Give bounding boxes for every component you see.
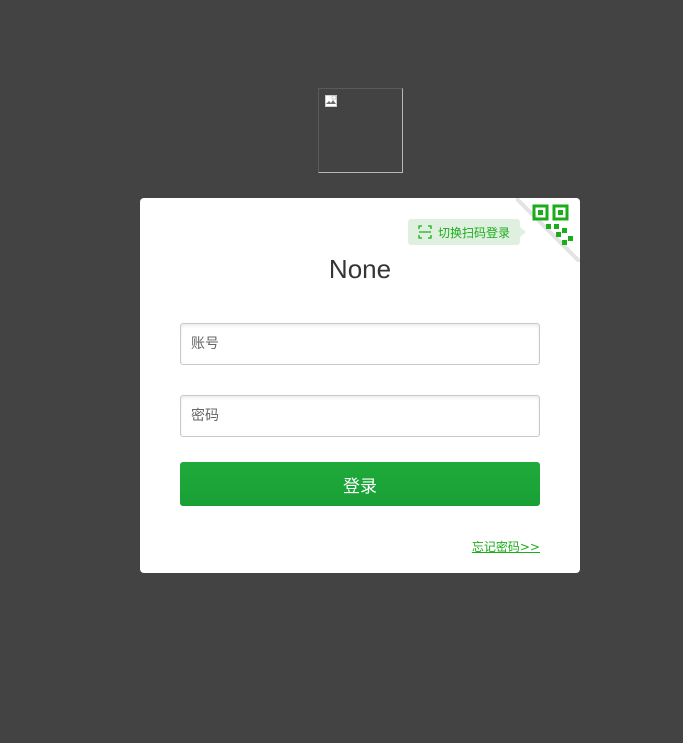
qr-switch-label: 切换扫码登录 [438, 225, 511, 240]
qr-switch-tip[interactable]: 切换扫码登录 [408, 219, 527, 245]
password-input[interactable] [180, 395, 540, 437]
scan-icon [418, 225, 432, 239]
account-input[interactable] [180, 323, 540, 365]
login-page: 切换扫码登录 None 登录 忘记密码>> [0, 0, 683, 743]
logo-image [318, 88, 403, 173]
forgot-password-link[interactable]: 忘记密码>> [472, 538, 540, 555]
page-title: None [328, 254, 392, 284]
login-button[interactable]: 登录 [180, 462, 540, 506]
broken-image-icon [325, 95, 337, 107]
login-card: 切换扫码登录 None 登录 忘记密码>> [140, 198, 580, 573]
